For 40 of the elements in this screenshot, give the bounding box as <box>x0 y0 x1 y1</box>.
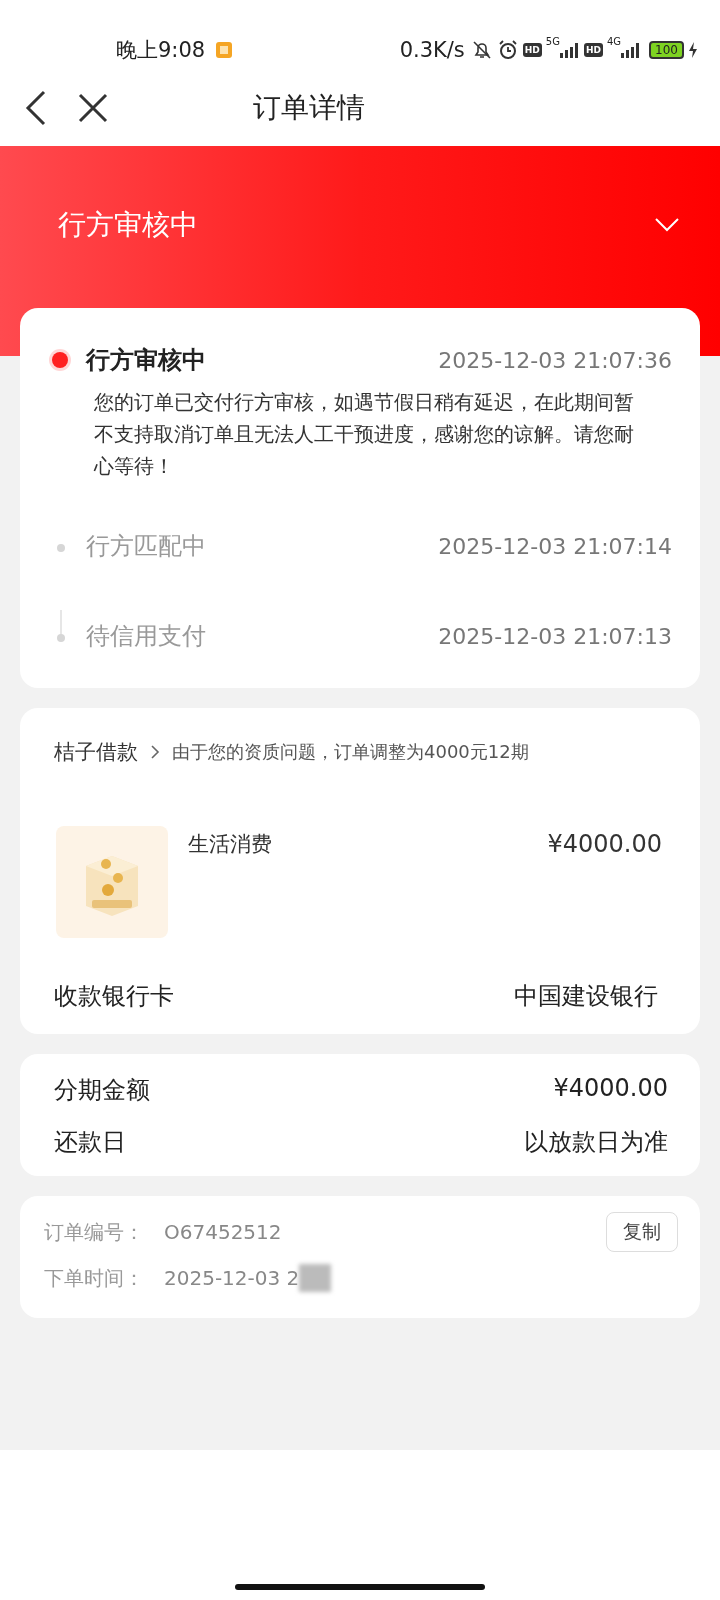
order-time-label: 下单时间： <box>44 1264 144 1292</box>
term-label: 还款日 <box>54 1127 126 1158</box>
adjustment-notice: 由于您的资质问题，订单调整为4000元12期 <box>172 740 529 764</box>
chevron-down-icon[interactable] <box>654 216 680 232</box>
timeline-step: 待信用支付 <box>86 620 206 652</box>
battery-indicator: 100 <box>649 41 684 59</box>
product-name: 生活消费 <box>188 831 273 858</box>
timeline-time: 2025-12-03 21:07:14 <box>438 533 672 559</box>
timeline-time: 2025-12-03 21:07:13 <box>438 623 672 649</box>
mute-bell-icon <box>470 39 493 61</box>
term-value: 以放款日为准 <box>524 1127 668 1158</box>
network-type: 5G <box>545 36 560 47</box>
timeline-step: 行方审核中 <box>86 344 206 376</box>
hd-badge: HD <box>522 43 542 57</box>
signal-icon <box>619 42 642 58</box>
charging-icon <box>688 42 698 58</box>
term-label: 分期金额 <box>54 1075 150 1106</box>
order-time: 2025-12-03 2 <box>164 1266 300 1290</box>
bank-label: 收款银行卡 <box>54 981 174 1012</box>
order-number-label: 订单编号： <box>44 1218 144 1246</box>
app-notification-icon <box>215 41 234 59</box>
product-amount: ¥4000.00 <box>547 830 662 858</box>
back-icon[interactable] <box>24 90 48 126</box>
timeline-step: 行方匹配中 <box>86 530 206 562</box>
hd-badge: HD <box>583 43 603 57</box>
timeline-description: 您的订单已交付行方审核，如遇节假日稍有延迟，在此期间暂不支持取消订单且无法人工干预进度，感谢您的谅解。请您耐心等待！ <box>94 389 635 480</box>
page-title: 订单详情 <box>253 90 365 126</box>
status-time: 晚上9:08 <box>116 37 206 64</box>
chevron-right-icon[interactable] <box>150 744 160 760</box>
network-speed: 0.3K/s <box>399 38 465 62</box>
redaction-blur <box>299 1264 332 1292</box>
term-value: ¥4000.00 <box>553 1074 668 1104</box>
order-number: O67452512 <box>164 1220 282 1244</box>
timeline-time: 2025-12-03 21:07:36 <box>438 347 672 373</box>
network-type: 4G <box>606 36 622 47</box>
close-icon[interactable] <box>78 93 108 123</box>
banner-status: 行方审核中 <box>58 207 198 243</box>
lender-link[interactable]: 桔子借款 <box>54 738 138 766</box>
copy-button[interactable]: 复制 <box>606 1212 678 1252</box>
bank-name: 中国建设银行 <box>514 981 658 1012</box>
